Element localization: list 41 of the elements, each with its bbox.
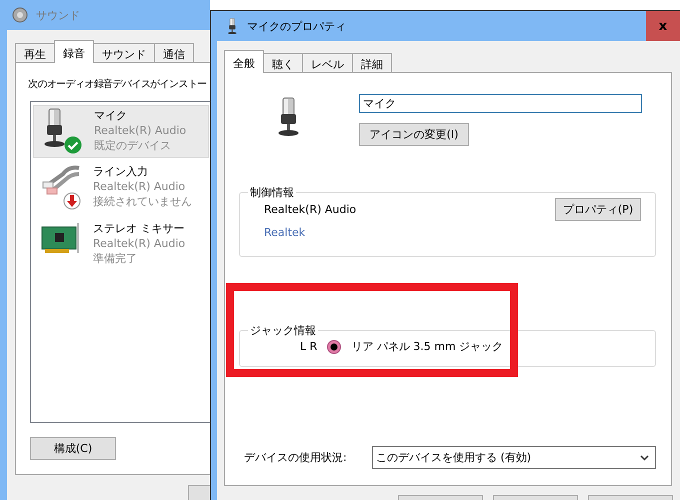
properties-button[interactable]: プロパティ(P) xyxy=(555,198,641,221)
group-title: 制御情報 xyxy=(249,185,295,200)
device-usage-dropdown[interactable]: このデバイスを使用する (有効) xyxy=(372,446,656,469)
close-button[interactable]: x xyxy=(646,11,680,41)
device-status: 既定のデバイス xyxy=(94,138,172,153)
change-icon-button[interactable]: アイコンの変更(I) xyxy=(359,123,469,146)
tab[interactable]: 聴く xyxy=(263,53,303,72)
driver-name: Realtek(R) Audio xyxy=(264,203,356,216)
tab[interactable]: 通信 xyxy=(154,43,194,62)
device-name: ライン入力 xyxy=(93,164,149,179)
window-title: サウンド xyxy=(36,8,80,22)
configure-button[interactable]: 構成(C) xyxy=(30,437,116,460)
group-title: ジャック情報 xyxy=(249,323,317,338)
device-driver: Realtek(R) Audio xyxy=(93,236,186,251)
audio-jack-icon xyxy=(327,340,342,354)
device-status: 接続されていません xyxy=(93,194,192,209)
channel-label: L R xyxy=(300,340,318,353)
device-item[interactable]: マイク Realtek(R) Audio 既定のデバイス xyxy=(33,105,209,158)
device-status: 準備完了 xyxy=(93,251,138,266)
tab[interactable]: 録音 xyxy=(54,40,94,63)
jack-location: リア パネル 3.5 mm ジャック xyxy=(351,339,504,354)
tab[interactable]: サウンド xyxy=(93,43,155,62)
device-name: マイク xyxy=(94,108,128,123)
usage-label: デバイスの使用状況: xyxy=(244,450,348,465)
chevron-down-icon xyxy=(640,454,649,460)
vendor-link[interactable]: Realtek xyxy=(264,226,306,239)
circuit-board-icon xyxy=(41,221,81,255)
device-driver: Realtek(R) Audio xyxy=(93,179,186,194)
device-item[interactable]: ライン入力 Realtek(R) Audio 接続されていません xyxy=(33,162,209,215)
instruction-text: 次のオーディオ録音デバイスがインストー xyxy=(28,78,207,91)
microphone-icon xyxy=(227,18,237,34)
tab[interactable]: 再生 xyxy=(15,43,55,62)
tab[interactable]: 詳細 xyxy=(352,53,392,72)
tab[interactable]: 全般 xyxy=(224,50,264,73)
speaker-icon xyxy=(12,7,28,23)
device-name: ステレオ ミキサー xyxy=(93,221,186,236)
tab[interactable]: レベル xyxy=(302,53,353,72)
window-title: マイクのプロパティ xyxy=(247,18,346,34)
device-driver: Realtek(R) Audio xyxy=(94,123,186,138)
device-name-field[interactable]: マイク xyxy=(359,94,642,113)
device-item[interactable]: ステレオ ミキサー Realtek(R) Audio 準備完了 xyxy=(33,219,209,272)
